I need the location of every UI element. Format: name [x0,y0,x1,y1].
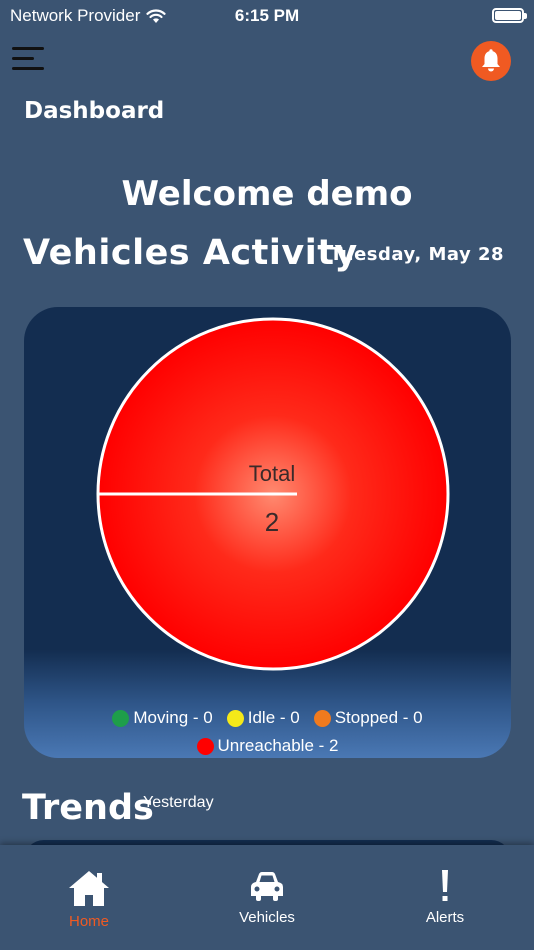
battery-icon [492,8,527,23]
menu-button[interactable] [12,47,46,73]
activity-pie-chart: Total 2 [96,317,450,671]
legend-label: Unreachable - 2 [217,736,339,755]
activity-title: Vehicles Activity [23,233,358,273]
legend-row: Unreachable - 2 [24,732,511,758]
page-title: Dashboard [24,98,165,124]
chart-legend: Moving - 0 Idle - 0 Stopped - 0 Unreacha… [24,704,511,758]
bell-icon [482,49,500,72]
legend-item-idle[interactable]: Idle - 0 [226,708,300,728]
legend-label: Idle - 0 [247,708,300,727]
car-icon [251,872,283,901]
pie-total-value: 2 [265,507,279,537]
tab-label: Vehicles [239,909,295,926]
menu-icon-bar [12,47,44,50]
legend-item-unreachable[interactable]: Unreachable - 2 [196,736,339,756]
trends-title: Trends [22,788,154,828]
status-time: 6:15 PM [234,6,300,25]
tab-label: Home [68,913,109,930]
tab-home[interactable]: Home [0,845,178,950]
pie-center-label: Total [249,461,295,486]
menu-icon-bar [12,67,44,70]
unreachable-dot-icon [196,737,214,755]
trends-subtitle: Yesterday [143,794,214,811]
alert-icon [442,870,448,901]
status-bar: Network Provider 6:15 PM [0,0,534,32]
legend-item-stopped[interactable]: Stopped - 0 [313,708,423,728]
tab-label: Alerts [425,909,465,926]
tab-vehicles[interactable]: Vehicles [178,845,356,950]
welcome-message: Welcome demo [121,174,413,214]
legend-label: Stopped - 0 [334,708,423,727]
idle-dot-icon [226,709,244,727]
bottom-tab-bar: Home Vehicles Alerts [0,845,534,950]
legend-item-moving[interactable]: Moving - 0 [112,708,213,728]
moving-dot-icon [112,709,130,727]
activity-date: Tuesday, May 28 [329,244,504,265]
notifications-button[interactable] [471,41,511,81]
menu-icon-bar [12,57,34,60]
stopped-dot-icon [313,709,331,727]
legend-label: Moving - 0 [133,708,213,727]
home-icon [69,871,109,906]
tab-alerts[interactable]: Alerts [356,845,534,950]
legend-row: Moving - 0 Idle - 0 Stopped - 0 [24,704,511,732]
activity-chart-card: Total 2 Moving - 0 Idle - 0 Stopped - 0 … [24,307,511,758]
